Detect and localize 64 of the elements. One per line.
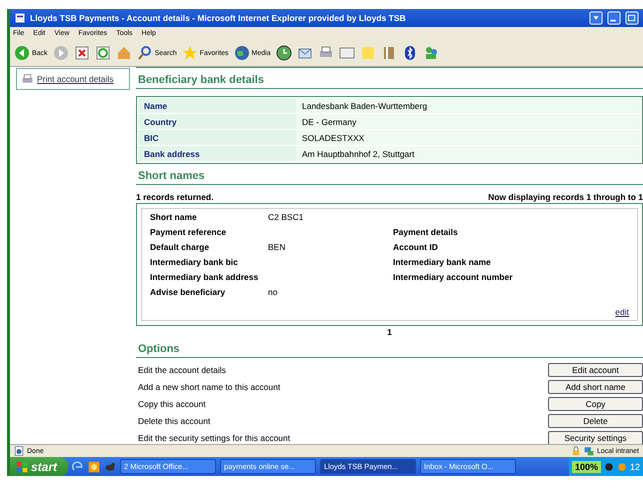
field-value: C2 BSC1 <box>268 212 304 222</box>
back-icon <box>14 45 30 61</box>
lock-icon <box>570 446 581 456</box>
field-label: Intermediary bank name <box>393 257 492 267</box>
field-label: Intermediary account number <box>393 272 511 282</box>
edit-link[interactable]: edit <box>615 307 629 317</box>
table-cell: Name <box>138 98 296 113</box>
option-button[interactable]: Delete <box>548 414 643 428</box>
printer-icon <box>21 72 34 86</box>
mail-icon <box>88 460 100 472</box>
table-cell: Bank address <box>138 146 296 161</box>
field-value: no <box>268 287 278 297</box>
section-heading: Short names <box>136 164 643 185</box>
home-icon <box>116 45 132 61</box>
option-button[interactable]: Add short name <box>548 380 643 394</box>
page-icon <box>14 446 24 456</box>
table-cell: Landesbank Baden-Wurttemberg <box>296 98 641 113</box>
field-label: Payment reference <box>150 227 228 237</box>
window-icon <box>14 12 26 24</box>
records-count: 1 records returned. <box>136 192 214 202</box>
refresh-icon <box>94 45 111 61</box>
field-label: Intermediary bank bic <box>150 257 239 267</box>
stop-icon <box>74 45 90 61</box>
globe-icon <box>234 45 250 61</box>
field-label: Short name <box>150 212 198 222</box>
option-button[interactable]: Copy <box>548 397 643 411</box>
field-label: Advise beneficiary <box>150 287 226 297</box>
field-label: Intermediary bank address <box>150 272 260 282</box>
zoom-level: 100% <box>572 460 601 472</box>
option-text: Delete this account <box>138 416 210 426</box>
start-button[interactable]: start <box>10 457 68 476</box>
network-icon <box>584 446 594 456</box>
option-text: Copy this account <box>138 399 206 409</box>
field-label: Default charge <box>150 242 210 252</box>
option-button[interactable]: Edit account <box>548 363 643 377</box>
option-text: Add a new short name to this account <box>138 382 280 392</box>
table-cell: BIC <box>138 130 296 145</box>
option-text: Edit the account details <box>138 365 226 375</box>
search-icon <box>136 45 153 61</box>
minimize-icon <box>607 11 621 25</box>
section-heading: Options <box>136 337 643 358</box>
records-range: Now displaying records 1 through to 1 <box>488 192 643 202</box>
window-title: Lloyds TSB Payments - Account details - Microsoft Internet Explorer provided by Lloyds TSB <box>30 13 407 23</box>
option-text: Edit the security settings for this account <box>138 433 290 443</box>
tray-icon <box>604 462 614 472</box>
window-menu-icon <box>589 11 603 25</box>
section-heading: Beneficiary bank details <box>136 68 643 89</box>
table-cell: SOLADESTXXX <box>296 130 641 145</box>
forward-icon <box>52 45 69 61</box>
field-value: BEN <box>268 242 286 252</box>
option-button[interactable]: Security settings <box>548 431 643 444</box>
windows-logo-icon <box>16 460 28 472</box>
field-label: Account ID <box>393 242 439 252</box>
document-icon <box>338 45 355 61</box>
restore-icon <box>625 11 639 25</box>
clock: 12 <box>630 462 640 472</box>
clock-icon <box>276 45 292 61</box>
table-cell: Am Hauptbahnhof 2, Stuttgart <box>296 146 641 161</box>
tray-icon <box>616 462 627 472</box>
table-cell: DE - Germany <box>296 114 641 129</box>
star-icon <box>182 45 198 61</box>
page-number[interactable]: 1 <box>136 326 643 337</box>
table-cell: Country <box>138 114 296 129</box>
field-label: Payment details <box>393 227 459 237</box>
